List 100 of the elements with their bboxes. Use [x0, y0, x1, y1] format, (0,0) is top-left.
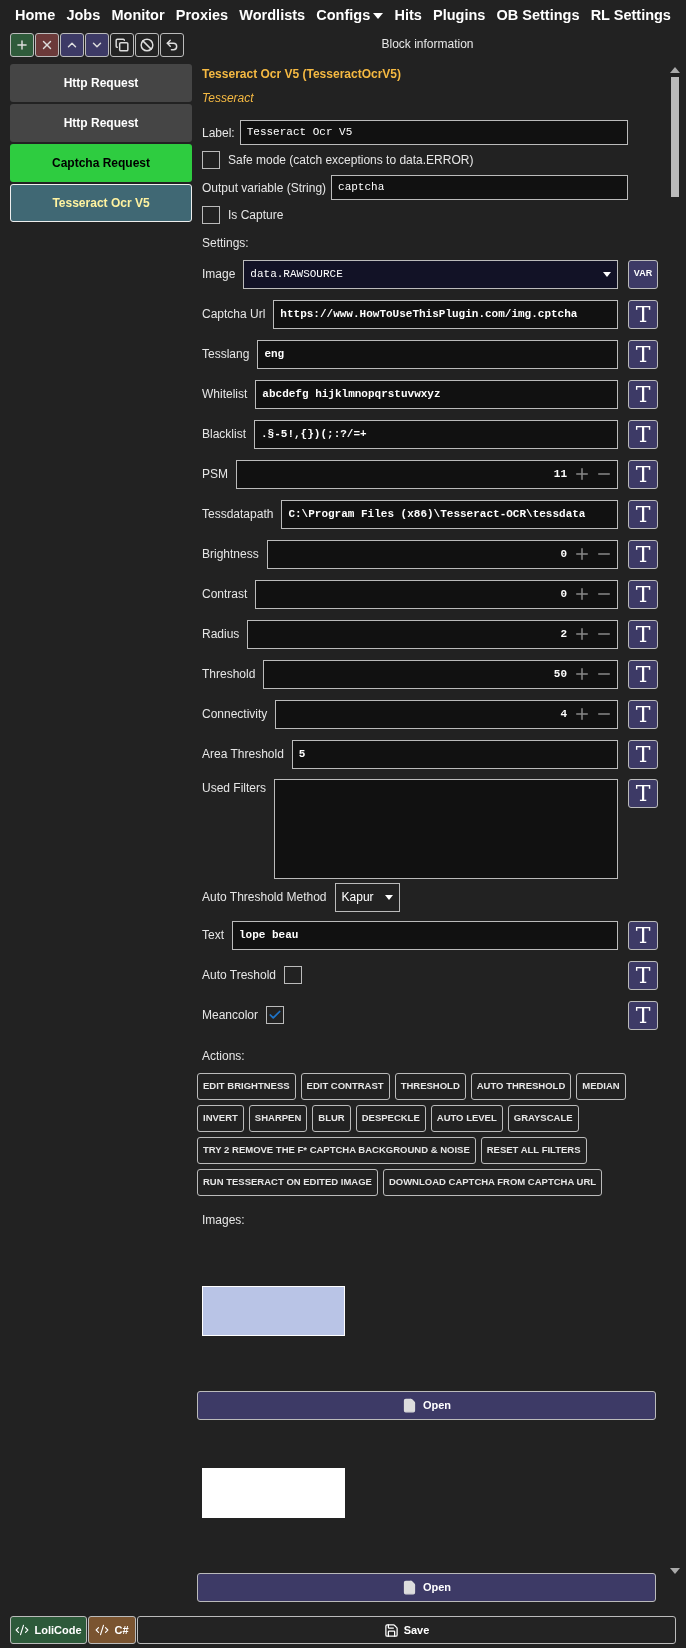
nav-link[interactable]: Wordlists [239, 4, 306, 27]
nav-link[interactable]: Hits [394, 4, 422, 27]
scrollbar-thumb[interactable] [671, 77, 679, 197]
nav-link[interactable]: OB Settings [496, 4, 580, 27]
text-mode-button[interactable]: T [628, 960, 658, 990]
text-field[interactable]: captcha [331, 175, 628, 200]
down-button[interactable] [85, 33, 109, 57]
caret-icon [603, 271, 611, 277]
text-mode-button[interactable]: T [628, 619, 658, 649]
plus-icon[interactable] [573, 465, 591, 483]
dropdown[interactable]: Kapur [334, 882, 400, 912]
plus-icon[interactable] [573, 545, 591, 563]
add-button[interactable] [10, 33, 34, 57]
number-field[interactable]: 11 [236, 459, 618, 489]
checkbox[interactable] [284, 966, 303, 984]
nav-link[interactable]: Plugins [432, 4, 486, 27]
csharp-button[interactable]: C# [88, 1616, 136, 1644]
number-field[interactable]: 2 [247, 619, 618, 649]
nav-link[interactable]: Configs [316, 4, 384, 27]
plus-icon[interactable] [573, 665, 591, 683]
text-field[interactable]: C:\Program Files (x86)\Tesseract-OCR\tessdata [281, 499, 618, 529]
nav-link[interactable]: Jobs [66, 4, 101, 27]
text-mode-button[interactable]: T [628, 920, 658, 950]
variable-button[interactable]: VAR [628, 259, 658, 289]
number-field[interactable]: 4 [275, 699, 618, 729]
text-mode-button[interactable]: T [628, 579, 658, 609]
text-field[interactable]: eng [257, 339, 618, 369]
action-button[interactable]: TRY 2 REMOVE THE F* CAPTCHA BACKGROUND & NOISE [197, 1137, 476, 1164]
copy-icon [115, 38, 129, 52]
action-button[interactable]: DESPECKLE [355, 1105, 426, 1132]
action-button[interactable]: GRAYSCALE [507, 1105, 579, 1132]
text-field[interactable]: https://www.HowToUseThisPlugin.com/img.cptcha [273, 299, 618, 329]
action-button[interactable]: EDIT CONTRAST [300, 1073, 390, 1100]
action-button[interactable]: MEDIAN [576, 1073, 626, 1100]
setting-label: Brightness [202, 546, 259, 563]
save-button[interactable]: Save [137, 1616, 676, 1644]
select-field[interactable]: data.RAWSOURCE [243, 259, 618, 289]
text-field[interactable]: .§-5!,{})(;:?/=+ [254, 419, 618, 449]
setting-label: Threshold [202, 666, 256, 683]
text-field[interactable]: Tesseract Ocr V5 [239, 120, 628, 145]
setting-label: Whitelist [202, 386, 248, 403]
text-field[interactable]: 5 [291, 739, 618, 769]
text-mode-button[interactable]: T [628, 659, 658, 689]
text-area[interactable] [274, 779, 618, 879]
action-button[interactable]: RESET ALL FILTERS [480, 1137, 587, 1164]
action-button[interactable]: BLUR [312, 1105, 351, 1132]
plus-icon[interactable] [573, 585, 591, 603]
block-item[interactable]: Tesseract Ocr V5 [10, 184, 192, 222]
plus-icon[interactable] [573, 625, 591, 643]
block-item[interactable]: Http Request [10, 104, 192, 142]
setting-label: Used Filters [202, 780, 266, 797]
number-field[interactable]: 0 [266, 539, 618, 569]
checkbox[interactable] [202, 206, 220, 224]
open-button[interactable]: Open [197, 1391, 656, 1420]
action-button[interactable]: DOWNLOAD CAPTCHA FROM CAPTCHA URL [382, 1169, 603, 1196]
setting-label: Meancolor [202, 1007, 259, 1024]
setting-label: Tesslang [202, 346, 250, 363]
text-mode-button[interactable]: T [628, 1000, 658, 1030]
setting-label: Connectivity [202, 706, 268, 723]
undo-button[interactable] [160, 33, 184, 57]
code-icon [15, 1623, 30, 1637]
clone-button[interactable] [110, 33, 134, 57]
nav-link[interactable]: Home [15, 4, 56, 27]
action-button[interactable]: THRESHOLD [394, 1073, 466, 1100]
loli-button[interactable]: LoliCode [10, 1616, 87, 1644]
text-mode-button[interactable]: T [628, 739, 658, 769]
text-mode-button[interactable]: T [628, 699, 658, 729]
open-button[interactable]: Open [197, 1573, 656, 1602]
text-field[interactable]: abcdefg hijklmnopqrstuvwxyz [255, 379, 618, 409]
remove-button[interactable] [35, 33, 59, 57]
text-mode-button[interactable]: T [628, 779, 658, 808]
setting-label: Contrast [202, 586, 248, 603]
block-item[interactable]: Http Request [10, 64, 192, 102]
text-mode-button[interactable]: T [628, 339, 658, 369]
up-button[interactable] [60, 33, 84, 57]
action-button[interactable]: INVERT [197, 1105, 244, 1132]
checkbox[interactable] [266, 1006, 285, 1024]
checkbox[interactable] [202, 151, 220, 169]
action-button[interactable]: EDIT BRIGHTNESS [197, 1073, 296, 1100]
scroll-down-icon[interactable] [670, 1568, 680, 1574]
nav-link[interactable]: Monitor [111, 4, 165, 27]
setting-label: Area Threshold [202, 746, 284, 763]
text-mode-button[interactable]: T [628, 539, 658, 569]
block-item[interactable]: Captcha Request [10, 144, 192, 182]
number-field[interactable]: 50 [263, 659, 618, 689]
text-mode-button[interactable]: T [628, 419, 658, 449]
action-button[interactable]: AUTO THRESHOLD [470, 1073, 572, 1100]
plus-icon[interactable] [573, 705, 591, 723]
number-field[interactable]: 0 [255, 579, 618, 609]
action-button[interactable]: AUTO LEVEL [430, 1105, 503, 1132]
action-button[interactable]: RUN TESSERACT ON EDITED IMAGE [197, 1169, 378, 1196]
text-mode-button[interactable]: T [628, 379, 658, 409]
text-field[interactable]: lope beau [232, 920, 618, 950]
text-mode-button[interactable]: T [628, 499, 658, 529]
action-button[interactable]: SHARPEN [248, 1105, 308, 1132]
nav-link[interactable]: Proxies [175, 4, 229, 27]
text-mode-button[interactable]: T [628, 459, 658, 489]
nav-link[interactable]: RL Settings [590, 4, 671, 27]
disable-button[interactable] [135, 33, 159, 57]
text-mode-button[interactable]: T [628, 299, 658, 329]
